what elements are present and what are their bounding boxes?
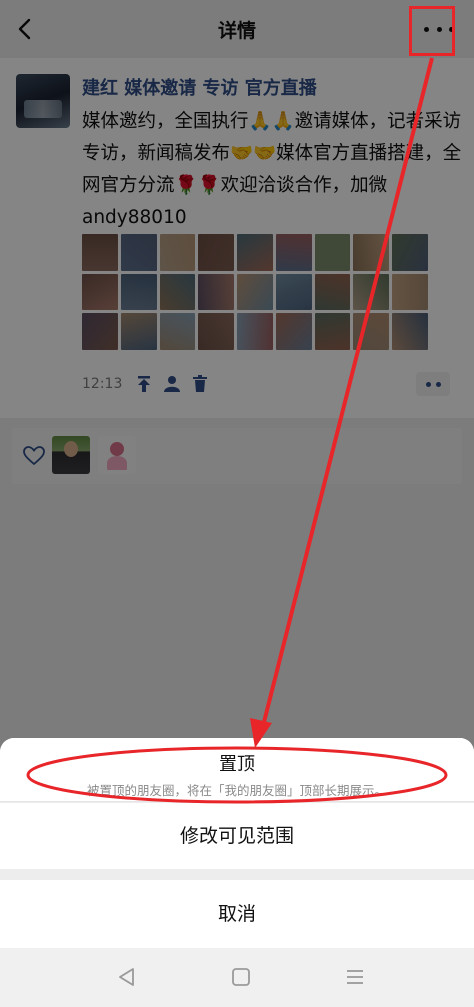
edit-visibility-option[interactable]: 修改可见范围 (0, 803, 474, 869)
action-sheet: 置顶 被置顶的朋友圈，将在「我的朋友圈」顶部长期展示。 修改可见范围 取消 (0, 738, 474, 948)
back-triangle-icon[interactable] (114, 965, 140, 989)
system-nav-bar (0, 948, 474, 1007)
annotation-highlight-box (409, 6, 455, 56)
pin-to-top-option[interactable]: 置顶 被置顶的朋友圈，将在「我的朋友圈」顶部长期展示。 (0, 738, 474, 802)
pin-title: 置顶 (219, 754, 255, 775)
menu-lines-icon[interactable] (342, 965, 368, 989)
pin-description: 被置顶的朋友圈，将在「我的朋友圈」顶部长期展示。 (86, 783, 387, 798)
home-square-icon[interactable] (228, 965, 254, 989)
cancel-button[interactable]: 取消 (0, 880, 474, 948)
